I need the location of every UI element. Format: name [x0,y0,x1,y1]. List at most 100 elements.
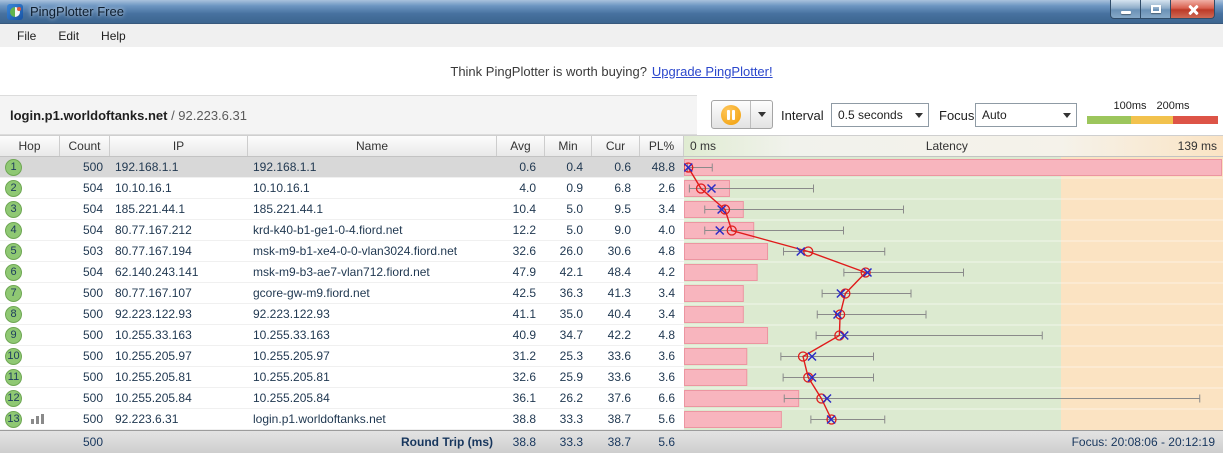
target-strip: login.p1.worldoftanks.net / 92.223.6.31 [0,95,697,135]
hop-badge: 13 [5,410,22,428]
table-rows: 1 500 192.168.1.1 192.168.1.1 0.6 0.4 0.6 48.8 2… [0,157,684,430]
header-count[interactable]: Count [60,136,110,156]
avg-cell: 10.4 [512,202,536,216]
name-cell: 10.255.33.163 [253,328,330,342]
avg-cell: 42.5 [512,286,536,300]
name-cell: 192.168.1.1 [253,160,317,174]
ip-cell: 10.10.16.1 [115,181,172,195]
hop-cell: 11 [0,367,60,387]
latency-graph[interactable] [684,157,1223,430]
ip-cell: 92.223.122.93 [115,307,192,321]
target-ip: / 92.223.6.31 [167,107,247,123]
header-min[interactable]: Min [545,136,592,156]
close-icon [1187,4,1198,15]
table-row[interactable]: 8 500 92.223.122.93 92.223.122.93 41.1 35.0 40… [0,304,684,325]
header-cur[interactable]: Cur [592,136,640,156]
table-row[interactable]: 13 500 92.223.6.31 login.p1.worldoftanks.ne… [0,409,684,430]
hop-badge: 2 [5,179,22,197]
pl-cell: 5.6 [658,412,675,426]
latency-scale-min: 0 ms [690,139,717,153]
maximize-button[interactable] [1141,0,1171,19]
latency-scale-max: 139 ms [1177,139,1217,153]
chevron-down-icon [910,112,928,118]
close-button[interactable] [1171,0,1215,19]
cur-cell: 0.6 [614,160,631,174]
ip-cell: 80.77.167.212 [115,223,192,237]
min-cell: 25.3 [559,349,583,363]
name-cell: 10.10.16.1 [253,181,310,195]
interval-label: Interval [781,107,824,123]
min-cell: 42.1 [559,265,583,279]
table-row[interactable]: 9 500 10.255.33.163 10.255.33.163 40.9 34.7 42… [0,325,684,346]
minimize-button[interactable] [1110,0,1141,19]
pl-cell: 3.4 [658,307,675,321]
table-row[interactable]: 3 504 185.221.44.1 185.221.44.1 10.4 5.0 9.5 3.… [0,199,684,220]
hop-cell: 2 [0,178,60,198]
avg-cell: 32.6 [512,244,536,258]
pl-cell: 4.2 [658,265,675,279]
table-row[interactable]: 1 500 192.168.1.1 192.168.1.1 0.6 0.4 0.6 48.8 [0,157,684,178]
table-row[interactable]: 5 503 80.77.167.194 msk-m9-b1-xe4-0-0-vlan3… [0,241,684,262]
menu-file[interactable]: File [6,26,47,46]
latency-title: Latency [925,139,968,153]
min-cell: 5.0 [566,202,583,216]
upgrade-link[interactable]: Upgrade PingPlotter! [652,64,773,79]
focus-select[interactable]: Auto [975,103,1077,127]
count-cell: 500 [82,328,103,342]
count-cell: 503 [82,244,103,258]
ip-cell: 185.221.44.1 [115,202,186,216]
cur-cell: 33.6 [607,349,631,363]
count-cell: 500 [82,349,103,363]
pause-button[interactable] [712,101,751,128]
menu-edit[interactable]: Edit [47,26,90,46]
avg-cell: 31.2 [512,349,536,363]
pause-dropdown-button[interactable] [751,101,772,128]
count-cell: 500 [82,307,103,321]
legend-gradient-bar [1087,116,1218,124]
minimize-icon [1120,10,1131,14]
ip-cell: 10.255.205.97 [115,349,192,363]
header-name[interactable]: Name [248,136,497,156]
title-bar: PingPlotter Free [0,0,1223,24]
pl-cell: 48.8 [651,160,675,174]
ip-cell: 80.77.167.194 [115,244,192,258]
interval-select[interactable]: 0.5 seconds [831,103,929,127]
min-cell: 0.9 [566,181,583,195]
pl-cell: 3.6 [658,349,675,363]
table-row[interactable]: 12 500 10.255.205.84 10.255.205.84 36.1 26.2 3… [0,388,684,409]
pingplotter-window: PingPlotter Free File Edit Help Think Pi… [0,0,1223,453]
hop-badge: 6 [5,263,22,281]
count-cell: 500 [82,286,103,300]
upgrade-question: Think PingPlotter is worth buying? [450,63,647,79]
min-cell: 26.0 [559,244,583,258]
pl-cell: 4.8 [658,328,675,342]
table-row[interactable]: 6 504 62.140.243.141 msk-m9-b3-ae7-vlan712.… [0,262,684,283]
upgrade-banner: Think PingPlotter is worth buying? Upgra… [0,47,1223,95]
count-cell: 500 [82,370,103,384]
menu-help[interactable]: Help [90,26,137,46]
hop-cell: 8 [0,304,60,324]
hop-badge: 12 [5,389,22,407]
summary-count: 500 [82,435,103,449]
header-avg[interactable]: Avg [497,136,545,156]
legend-labels: 100ms 200ms [1087,100,1218,114]
name-cell: login.p1.worldoftanks.net [253,412,386,426]
cur-cell: 9.5 [614,202,631,216]
min-cell: 34.7 [559,328,583,342]
table-header: Hop Count IP Name Avg Min Cur PL% 0 ms L… [0,135,1223,157]
table-row[interactable]: 11 500 10.255.205.81 10.255.205.81 32.6 25.9 3… [0,367,684,388]
table-row[interactable]: 10 500 10.255.205.97 10.255.205.97 31.2 25.3 3… [0,346,684,367]
summary-pl: 5.6 [658,435,675,449]
count-cell: 504 [82,265,103,279]
hop-badge: 3 [5,200,22,218]
ip-cell: 92.223.6.31 [115,412,179,426]
header-pl[interactable]: PL% [640,136,684,156]
table-row[interactable]: 7 500 80.77.167.107 gcore-gw-m9.fiord.net 42… [0,283,684,304]
header-hop[interactable]: Hop [0,136,60,156]
header-ip[interactable]: IP [110,136,248,156]
avg-cell: 32.6 [512,370,536,384]
table-row[interactable]: 2 504 10.10.16.1 10.10.16.1 4.0 0.9 6.8 2.6 [0,178,684,199]
avg-cell: 36.1 [512,391,536,405]
table-row[interactable]: 4 504 80.77.167.212 krd-k40-b1-ge1-0-4.fior… [0,220,684,241]
hop-cell: 5 [0,241,60,261]
